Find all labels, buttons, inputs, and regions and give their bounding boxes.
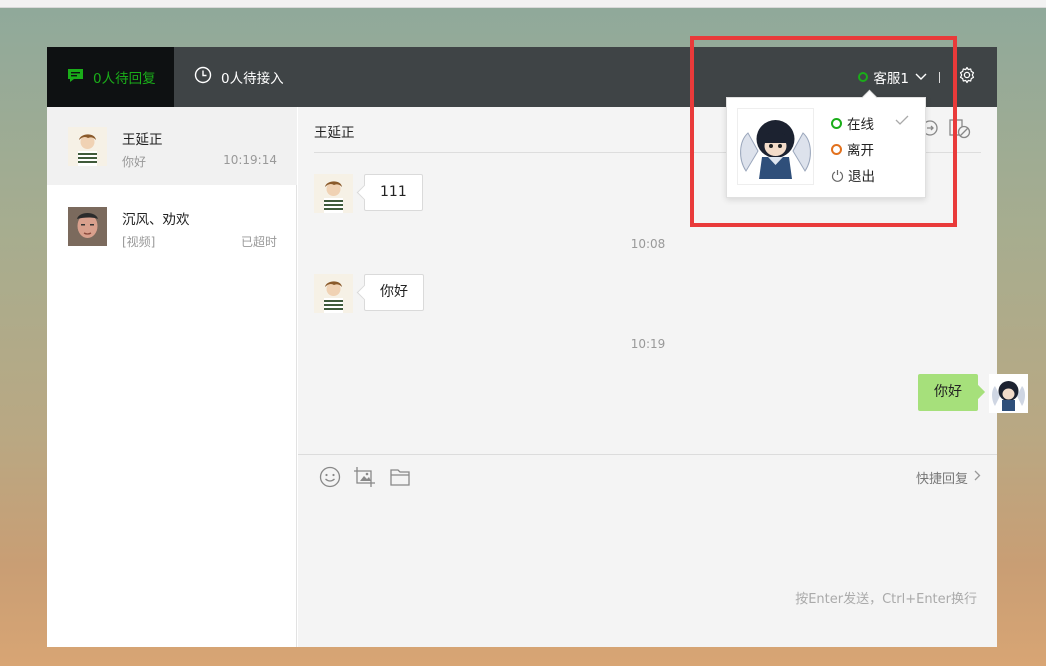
avatar [68, 127, 107, 166]
avatar [68, 207, 107, 246]
avatar [314, 274, 353, 313]
session-item[interactable]: 王延正 你好 10:19:14 [47, 107, 297, 185]
composer-toolbar [319, 466, 411, 492]
avatar [314, 174, 353, 213]
chat-bubble-icon [67, 68, 84, 87]
session-last-message: 你好 [122, 155, 147, 169]
message-timestamp: 10:08 [630, 237, 666, 251]
session-item[interactable]: 沉风、劝欢 [视频] 已超时 [47, 187, 297, 265]
session-name: 沉风、劝欢 [122, 212, 190, 228]
screenshot-icon[interactable] [353, 466, 377, 492]
emoji-icon[interactable] [319, 466, 341, 492]
tab-waiting-reply[interactable]: 0人待回复 [47, 47, 174, 107]
avatar [989, 374, 1028, 413]
session-time: 10:19:14 [223, 153, 277, 167]
session-list: 王延正 你好 10:19:14 沉风、劝欢 [视频] 已超时 [47, 107, 297, 647]
tab-waiting-accept[interactable]: 0人待接入 [174, 47, 324, 107]
tab-waiting-accept-label: 0人待接入 [221, 71, 284, 87]
quick-reply-label: 快捷回复 [915, 472, 968, 487]
message-bubble-self: 你好 [918, 374, 978, 411]
session-name: 王延正 [122, 132, 163, 148]
tab-waiting-reply-label: 0人待回复 [93, 71, 156, 87]
message-bubble: 111 [364, 174, 423, 211]
message-timestamp: 10:19 [630, 337, 666, 351]
session-time: 已超时 [240, 235, 277, 249]
clock-icon [194, 66, 212, 88]
input-hint: 按Enter发送，Ctrl+Enter换行 [795, 592, 977, 607]
browser-top-edge [0, 0, 1046, 8]
quick-reply-button[interactable]: 快捷回复 [916, 468, 981, 487]
gear-icon[interactable] [958, 66, 976, 88]
message-composer[interactable]: 快捷回复 按Enter发送，Ctrl+Enter换行 [298, 454, 997, 647]
highlight-box [690, 36, 957, 227]
session-last-message: [视频] [122, 235, 156, 249]
chat-contact-name: 王延正 [314, 125, 355, 141]
folder-icon[interactable] [389, 466, 411, 492]
message-bubble: 你好 [364, 274, 424, 311]
chevron-right-icon [974, 470, 981, 485]
